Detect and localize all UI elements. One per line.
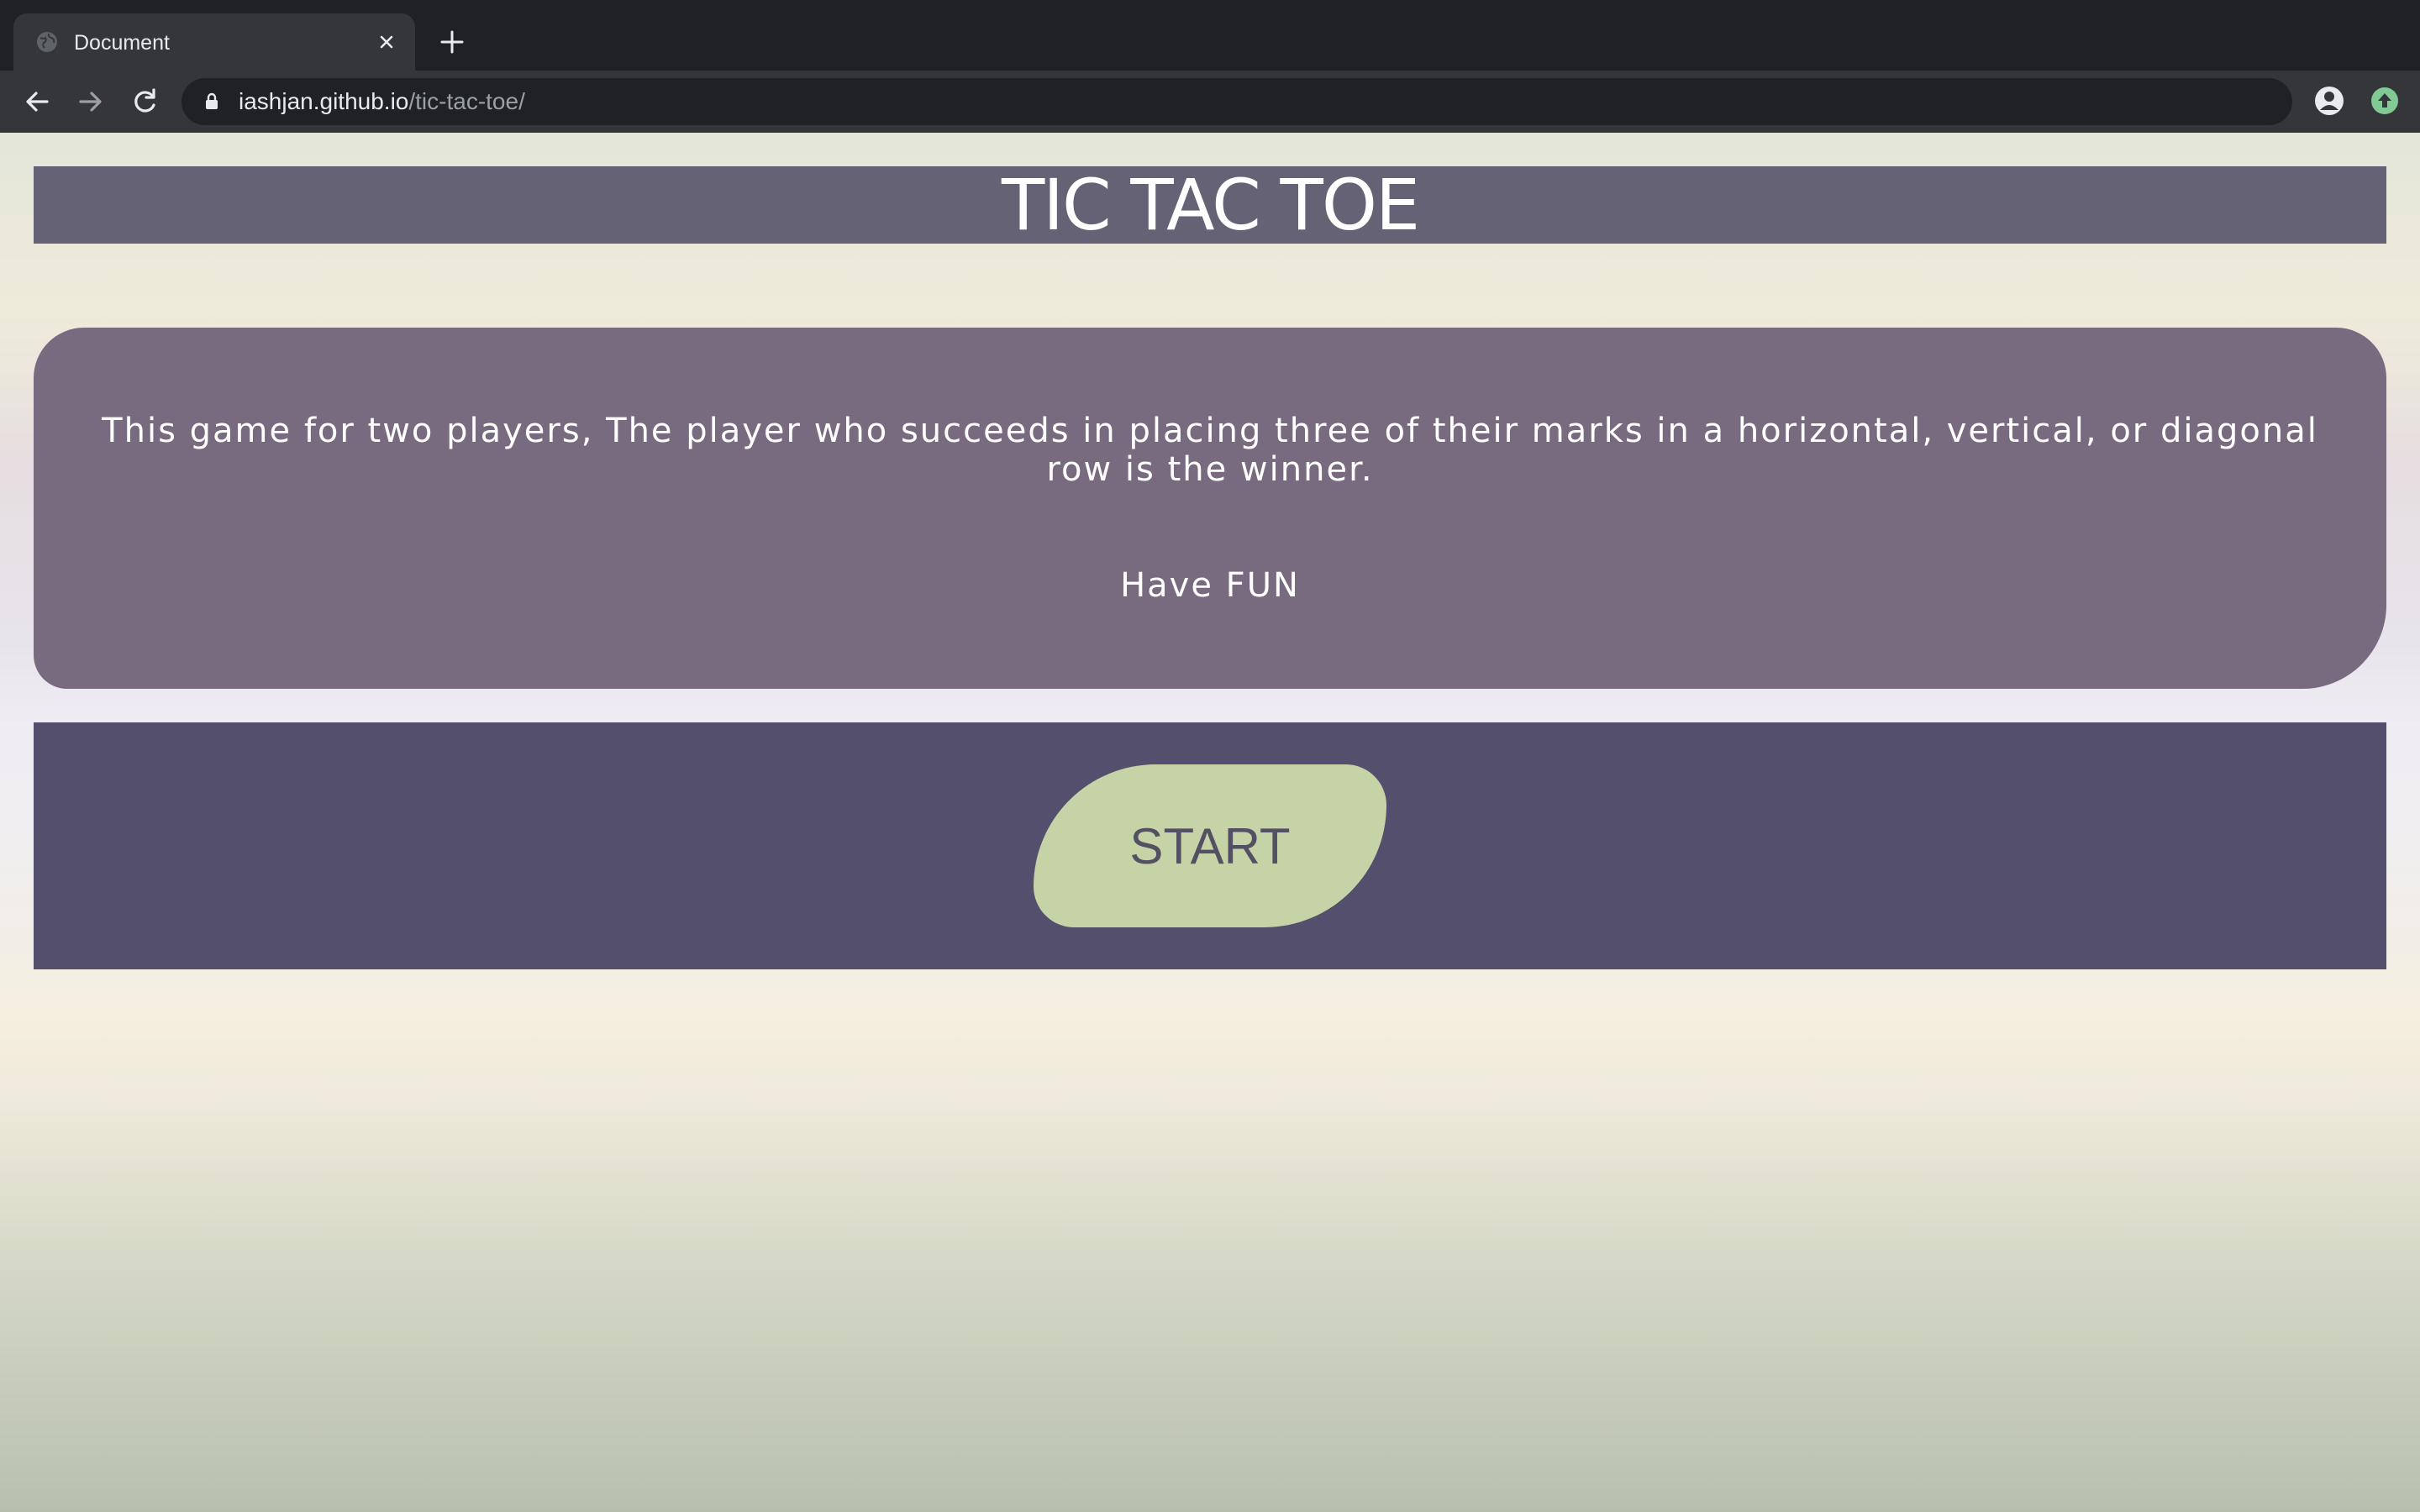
address-bar[interactable]: iashjan.github.io/tic-tac-toe/ [182,78,2292,125]
browser-toolbar: iashjan.github.io/tic-tac-toe/ [0,71,2420,133]
game-description: This game for two players, The player wh… [102,412,2318,489]
page-title: TIC TAC TOE [1001,164,1420,246]
lock-icon[interactable] [202,92,222,112]
page-viewport: TIC TAC TOE This game for two players, T… [0,133,2420,1512]
account-circle-icon[interactable] [2312,84,2346,118]
start-panel: START [34,722,2386,969]
close-icon[interactable] [373,29,400,55]
tagline: Have FUN [1120,566,1300,605]
url-text[interactable]: iashjan.github.io/tic-tac-toe/ [239,88,525,115]
arrow-left-icon[interactable] [20,85,54,118]
tab-title: Document [74,31,170,55]
arrow-right-icon[interactable] [74,85,108,118]
reload-icon[interactable] [128,85,161,118]
start-button[interactable]: START [1034,764,1386,927]
url-path: /tic-tac-toe/ [408,88,525,114]
globe-icon [37,32,57,52]
browser-tab[interactable]: Document [13,13,415,71]
browser-tabstrip: Document [0,0,2420,71]
title-bar: TIC TAC TOE [34,166,2386,244]
url-host: iashjan.github.io [239,88,409,114]
plus-icon[interactable] [437,27,467,57]
info-card: This game for two players, The player wh… [34,328,2386,689]
update-arrow-icon[interactable] [2370,86,2400,116]
